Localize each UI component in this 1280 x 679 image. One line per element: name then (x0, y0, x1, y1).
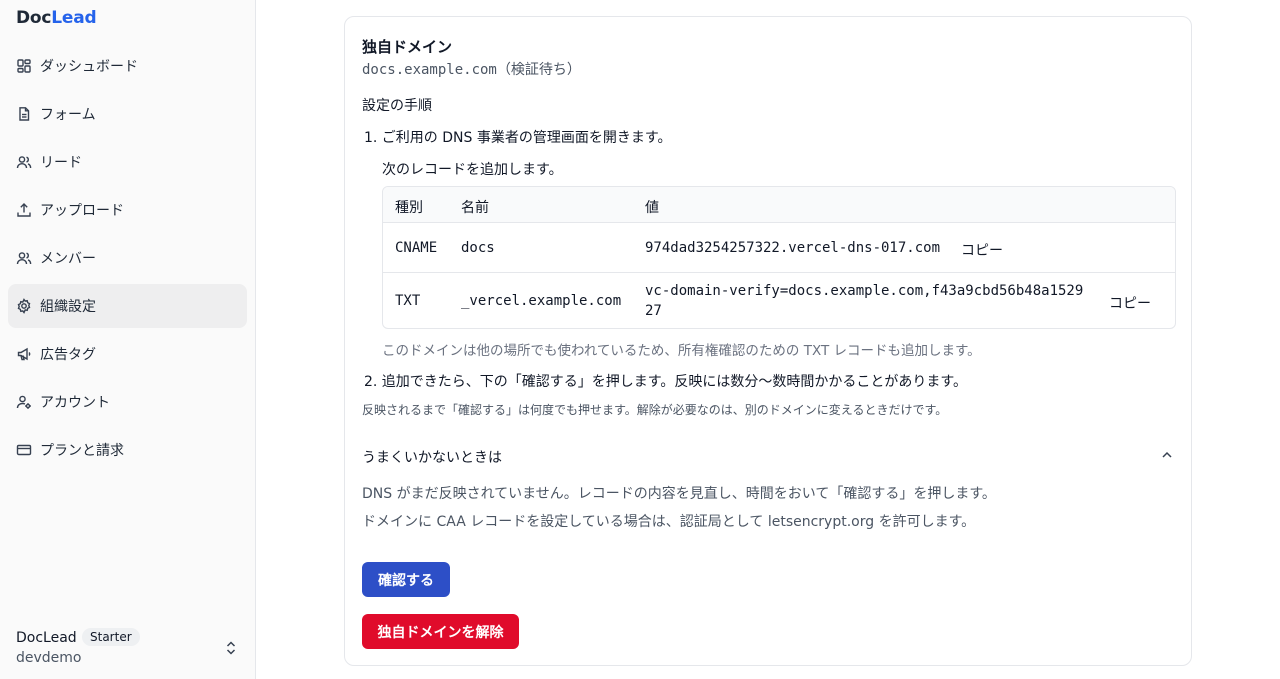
domain-status: （検証待ち） (496, 62, 581, 78)
record-value-line-2: 27 (645, 303, 662, 319)
sidebar-item-label: メンバー (40, 251, 96, 267)
credit-card-icon (16, 442, 32, 458)
record-value-line-1: vc-domain-verify=docs.example.com,f43a9c… (645, 283, 1084, 299)
record-type: CNAME (395, 240, 438, 256)
sidebar-item-dashboard[interactable]: ダッシュボード (8, 44, 247, 88)
remove-domain-button[interactable]: 独自ドメインを解除 (362, 614, 519, 649)
step-2-note: 反映されるまで「確認する」は何度でも押せます。解除が必要なのは、別のドメインに変… (362, 403, 948, 417)
domain-hostname: docs.example.com (362, 62, 497, 78)
troubleshoot-text-1: DNS がまだ反映されていません。レコードの内容を見直し、時間をおいて「確認する… (362, 486, 996, 502)
table-header: 種別 名前 値 (383, 187, 1175, 223)
domain-status-line: docs.example.com（検証待ち） (362, 59, 581, 79)
chevron-up-icon[interactable] (1160, 448, 1174, 462)
copy-button[interactable]: コピー (1109, 293, 1151, 313)
sidebar-item-billing[interactable]: プランと請求 (8, 428, 247, 472)
column-header-type: 種別 (395, 200, 423, 216)
document-icon (16, 106, 32, 122)
step-2: 2. 追加できたら、下の「確認する」を押します。反映には数分〜数時間かかることが… (364, 374, 968, 390)
plan-badge: Starter (82, 628, 140, 646)
user-cog-icon (16, 394, 32, 410)
sidebar-item-label: 組織設定 (40, 299, 96, 315)
txt-record-note: このドメインは他の場所でも使われているため、所有権確認のための TXT レコード… (382, 343, 981, 359)
step-1-sub: 次のレコードを追加します。 (382, 162, 563, 178)
troubleshoot-toggle[interactable]: うまくいかないときは (362, 447, 502, 467)
custom-domain-card: 独自ドメイン docs.example.com（検証待ち） 設定の手順 1. ご… (344, 16, 1192, 666)
org-name: DocLead (16, 630, 77, 646)
record-value: 974dad3254257322.vercel-dns-017.com (645, 240, 941, 256)
table-row: TXT _vercel.example.com vc-domain-verify… (383, 273, 1175, 328)
table-row: CNAME docs 974dad3254257322.vercel-dns-0… (383, 223, 1175, 273)
sidebar-item-ad-tags[interactable]: 広告タグ (8, 332, 247, 376)
sidebar: DocLead ダッシュボード フォーム リード アップロード メンバー 組織設… (0, 0, 256, 679)
record-type: TXT (395, 293, 421, 309)
members-icon (16, 250, 32, 266)
gear-icon (16, 298, 32, 314)
column-header-value: 値 (645, 200, 659, 216)
step-1: 1. ご利用の DNS 事業者の管理画面を開きます。 (364, 130, 672, 146)
sidebar-item-label: プランと請求 (40, 443, 124, 459)
megaphone-icon (16, 346, 32, 362)
org-switcher[interactable]: DocLead Starter devdemo (16, 626, 246, 672)
sidebar-item-label: リード (40, 155, 82, 171)
sidebar-item-label: アップロード (40, 203, 124, 219)
org-slug: devdemo (16, 650, 82, 666)
sidebar-item-members[interactable]: メンバー (8, 236, 247, 280)
sidebar-item-org-settings[interactable]: 組織設定 (8, 284, 247, 328)
sidebar-item-label: アカウント (40, 395, 110, 411)
sidebar-item-upload[interactable]: アップロード (8, 188, 247, 232)
setup-steps-heading: 設定の手順 (362, 98, 432, 114)
sidebar-item-label: フォーム (40, 107, 96, 123)
record-name: _vercel.example.com (461, 293, 622, 309)
dns-records-table: 種別 名前 値 CNAME docs 974dad3254257322.verc… (382, 186, 1176, 329)
sidebar-item-label: 広告タグ (40, 347, 96, 363)
troubleshoot-text-2: ドメインに CAA レコードを設定している場合は、認証局として letsencr… (362, 514, 976, 530)
app-logo[interactable]: DocLead (16, 8, 97, 28)
upload-icon (16, 202, 32, 218)
sidebar-item-forms[interactable]: フォーム (8, 92, 247, 136)
card-title: 独自ドメイン (362, 38, 453, 56)
chevron-up-down-icon (224, 640, 238, 656)
users-icon (16, 154, 32, 170)
confirm-button[interactable]: 確認する (362, 562, 450, 597)
column-header-name: 名前 (461, 200, 489, 216)
dashboard-icon (16, 58, 32, 74)
sidebar-nav: ダッシュボード フォーム リード アップロード メンバー 組織設定 広告タグ ア… (8, 44, 247, 476)
sidebar-item-account[interactable]: アカウント (8, 380, 247, 424)
record-name: docs (461, 240, 495, 256)
sidebar-item-label: ダッシュボード (40, 59, 138, 75)
sidebar-item-leads[interactable]: リード (8, 140, 247, 184)
copy-button[interactable]: コピー (961, 240, 1003, 260)
